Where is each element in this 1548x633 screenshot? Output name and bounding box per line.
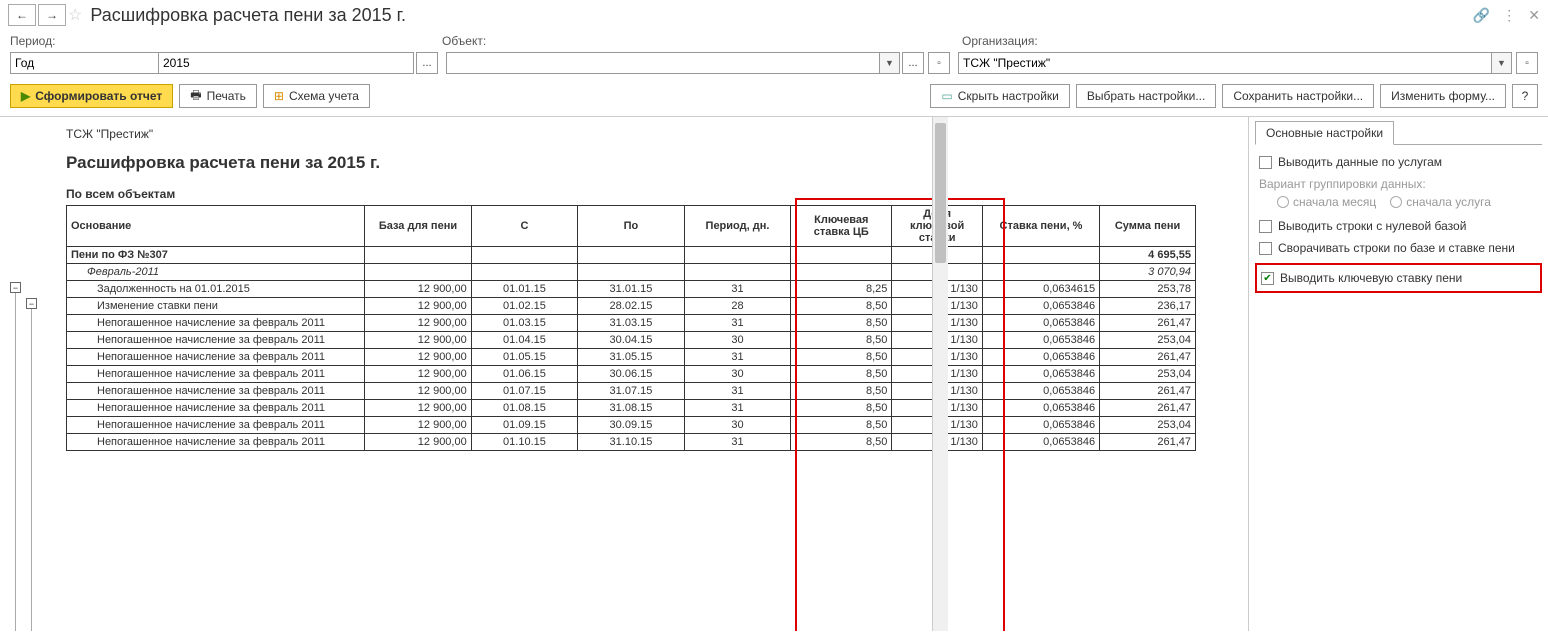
object-open-button[interactable]: ▫ [928,52,950,74]
label-collapse: Сворачивать строки по базе и ставке пени [1278,241,1515,255]
org-input[interactable] [958,52,1492,74]
radio-service-first [1390,196,1402,208]
header-sum: Сумма пени [1100,206,1196,247]
printer-icon: 🖶 [190,86,201,107]
settings-tab[interactable]: Основные настройки [1255,121,1394,145]
table-row: Задолженность на 01.01.201512 900,0001.0… [67,281,1196,298]
collapse-level1-button[interactable]: − [10,282,21,293]
org-dropdown[interactable]: ▼ [1492,52,1512,74]
back-button[interactable]: ← [8,4,36,26]
table-row: Непогашенное начисление за февраль 20111… [67,383,1196,400]
object-label: Объект: [442,34,962,48]
object-input[interactable] [446,52,880,74]
radio-month-first [1277,196,1289,208]
header-from: С [471,206,578,247]
checkbox-zero-base[interactable] [1259,220,1272,233]
report-subtitle: По всем объектам [66,187,1238,201]
forward-button[interactable]: → [38,4,66,26]
settings-panel-icon: ▭ [941,89,952,103]
table-group-row: Пени по ФЗ №307 4 695,55 [67,247,1196,264]
header-basis: Основание [67,206,365,247]
table-row: Непогашенное начисление за февраль 20111… [67,434,1196,451]
header-to: По [578,206,685,247]
checkbox-collapse[interactable] [1259,242,1272,255]
group-variant-label: Вариант группировки данных: [1259,177,1538,191]
object-dropdown[interactable]: ▼ [880,52,900,74]
report-table: Основание База для пени С По Период, дн.… [66,205,1196,451]
outline-gutter: − − [0,117,56,631]
scheme-icon: ⊞ [274,89,284,103]
header-base: База для пени [365,206,472,247]
header-rate-cb: Ключевая ставка ЦБ [791,206,892,247]
table-row: Непогашенное начисление за февраль 20111… [67,400,1196,417]
object-picker-button[interactable]: ... [902,52,924,74]
table-row: Изменение ставки пени12 900,0001.02.1528… [67,298,1196,315]
org-open-button[interactable]: ▫ [1516,52,1538,74]
report-title: Расшифровка расчета пени за 2015 г. [66,153,1238,173]
save-settings-button[interactable]: Сохранить настройки... [1222,84,1374,108]
label-by-services: Выводить данные по услугам [1278,155,1442,169]
table-row: Непогашенное начисление за февраль 20111… [67,349,1196,366]
play-icon: ▶ [21,89,30,103]
report-org: ТСЖ "Престиж" [66,127,1238,141]
accounting-scheme-button[interactable]: ⊞ Схема учета [263,84,370,108]
window-title: Расшифровка расчета пени за 2015 г. [90,5,406,26]
checkbox-key-rate[interactable] [1261,272,1274,285]
table-subgroup-row: Февраль-2011 3 070,94 [67,264,1196,281]
choose-settings-button[interactable]: Выбрать настройки... [1076,84,1216,108]
table-row: Непогашенное начисление за февраль 20111… [67,366,1196,383]
print-button[interactable]: 🖶 Печать [179,84,257,108]
generate-report-button[interactable]: ▶ Сформировать отчет [10,84,173,108]
year-picker-button[interactable]: ... [416,52,438,74]
org-label: Организация: [962,34,1038,48]
link-icon[interactable]: 🔗 [1473,7,1490,24]
table-row: Непогашенное начисление за февраль 20111… [67,315,1196,332]
favorite-icon[interactable]: ☆ [68,5,82,25]
table-row: Непогашенное начисление за февраль 20111… [67,332,1196,349]
label-zero-base: Выводить строки с нулевой базой [1278,219,1466,233]
year-input[interactable] [158,52,414,74]
change-form-button[interactable]: Изменить форму... [1380,84,1506,108]
help-button[interactable]: ? [1512,84,1538,108]
table-row: Непогашенное начисление за февраль 20111… [67,417,1196,434]
close-icon[interactable]: ✕ [1528,7,1540,24]
period-label: Период: [10,34,442,48]
header-period: Период, дн. [684,206,791,247]
period-type-input[interactable] [10,52,175,74]
label-key-rate: Выводить ключевую ставку пени [1280,271,1462,285]
collapse-level2-button[interactable]: − [26,298,37,309]
header-rate-peni: Ставка пени, % [982,206,1099,247]
hide-settings-button[interactable]: ▭ Скрыть настройки [930,84,1069,108]
more-icon[interactable]: ⋮ [1502,7,1516,24]
checkbox-by-services[interactable] [1259,156,1272,169]
vertical-scrollbar[interactable] [932,117,948,631]
